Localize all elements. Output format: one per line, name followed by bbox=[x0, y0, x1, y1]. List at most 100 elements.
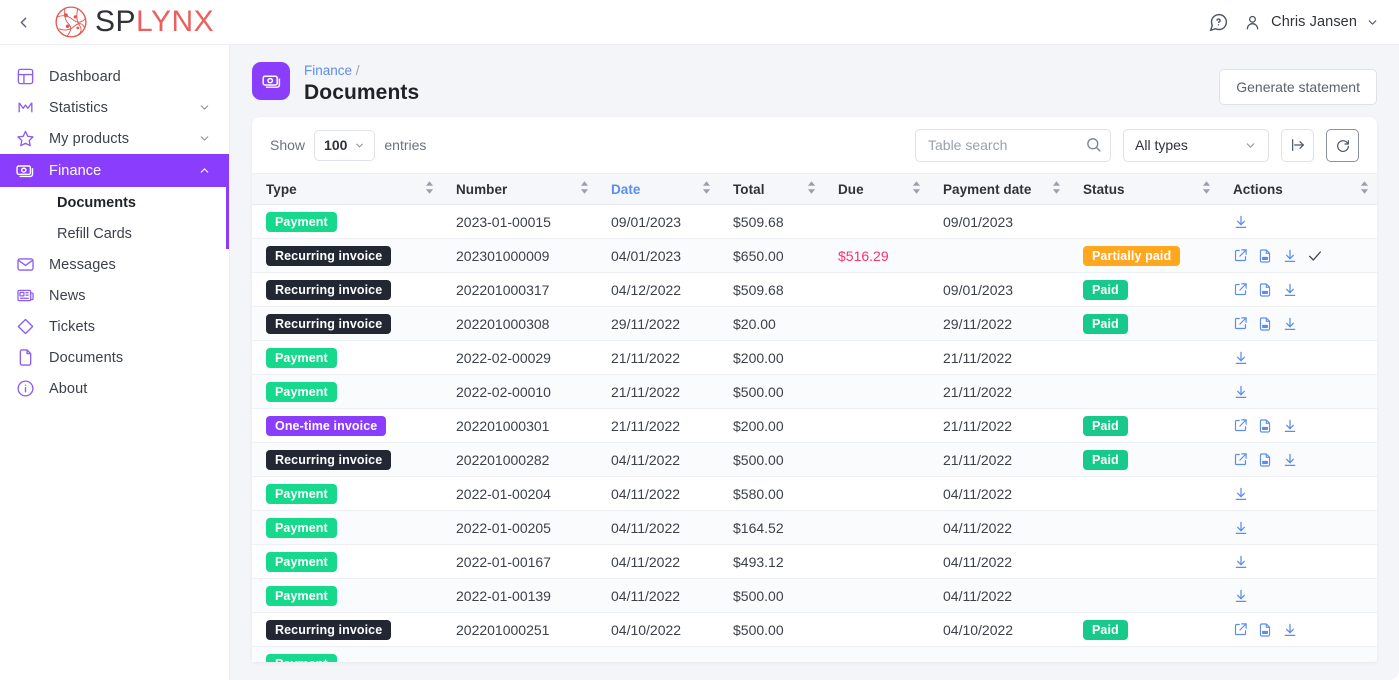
info-icon bbox=[14, 378, 36, 400]
download-icon[interactable] bbox=[1233, 588, 1249, 604]
sidebar-item-finance[interactable]: Finance bbox=[0, 154, 229, 187]
table-toolbar: Show 100 entries All typ bbox=[252, 117, 1377, 173]
download-icon[interactable] bbox=[1233, 350, 1249, 366]
table-row[interactable]: Recurring invoice 202201000317 04/12/2022 $… bbox=[252, 272, 1377, 307]
pdf-file-icon[interactable] bbox=[1257, 622, 1273, 638]
sidebar-item-documents[interactable]: Documents bbox=[0, 342, 229, 373]
column-header-due[interactable]: Due bbox=[824, 173, 929, 205]
cell-status bbox=[1069, 374, 1219, 409]
cell-total: $509.68 bbox=[719, 204, 824, 239]
column-header-date[interactable]: Date bbox=[597, 173, 719, 205]
entries-per-page-select[interactable]: 100 bbox=[314, 129, 376, 161]
table-row[interactable]: Recurring invoice 202201000251 04/10/2022 $… bbox=[252, 612, 1377, 647]
sidebar-item-messages[interactable]: Messages bbox=[0, 249, 229, 280]
check-icon[interactable] bbox=[1307, 248, 1323, 264]
refresh-button[interactable] bbox=[1326, 128, 1359, 162]
breadcrumb-row: Finance / bbox=[304, 62, 419, 79]
download-icon[interactable] bbox=[1233, 384, 1249, 400]
back-button[interactable] bbox=[0, 0, 46, 45]
sidebar-subitem-refill-cards[interactable]: Refill Cards bbox=[0, 218, 229, 249]
table-row[interactable]: Payment 2022-01-00139 04/11/2022 $500.00 04/… bbox=[252, 578, 1377, 613]
cell-due bbox=[824, 646, 929, 662]
table-row[interactable]: Payment 2022-02-00029 21/11/2022 $200.00 21/… bbox=[252, 340, 1377, 375]
table-row[interactable]: Recurring invoice 202201000308 29/11/2022 $… bbox=[252, 306, 1377, 341]
sidebar-item-dashboard[interactable]: Dashboard bbox=[0, 61, 229, 92]
download-icon[interactable] bbox=[1233, 214, 1249, 230]
generate-statement-button[interactable]: Generate statement bbox=[1219, 69, 1377, 105]
cell-payment-date bbox=[929, 646, 1069, 662]
sidebar-item-tickets[interactable]: Tickets bbox=[0, 311, 229, 342]
sort-icon bbox=[580, 181, 589, 197]
user-menu[interactable]: Chris Jansen bbox=[1243, 13, 1379, 32]
cell-total: $200.00 bbox=[719, 408, 824, 443]
cell-type: Payment bbox=[252, 340, 442, 375]
brand-logo[interactable]: SP LYNX bbox=[54, 5, 214, 39]
news-icon bbox=[14, 285, 36, 307]
download-icon[interactable] bbox=[1282, 282, 1298, 298]
download-icon[interactable] bbox=[1233, 554, 1249, 570]
external-link-icon[interactable] bbox=[1233, 248, 1248, 263]
download-icon[interactable] bbox=[1282, 622, 1298, 638]
row-actions bbox=[1233, 282, 1369, 298]
pdf-file-icon[interactable] bbox=[1257, 418, 1273, 434]
external-link-icon[interactable] bbox=[1233, 622, 1248, 637]
row-actions bbox=[1233, 622, 1369, 638]
download-icon[interactable] bbox=[1282, 418, 1298, 434]
sidebar-item-my-products[interactable]: My products bbox=[0, 123, 229, 154]
external-link-icon[interactable] bbox=[1233, 418, 1248, 433]
sidebar-item-news[interactable]: News bbox=[0, 280, 229, 311]
table-row[interactable]: Recurring invoice 202201000282 04/11/2022 $… bbox=[252, 442, 1377, 477]
pdf-file-icon[interactable] bbox=[1257, 282, 1273, 298]
external-link-icon[interactable] bbox=[1233, 452, 1248, 467]
document-type-badge: Payment bbox=[266, 551, 337, 572]
table-row[interactable]: Payment 2022-01-00167 04/11/2022 $493.12 04/… bbox=[252, 544, 1377, 579]
download-icon[interactable] bbox=[1282, 316, 1298, 332]
external-link-icon[interactable] bbox=[1233, 316, 1248, 331]
cell-total: $650.00 bbox=[719, 238, 824, 273]
table-row[interactable]: Payment 2022-01-00205 04/11/2022 $164.52 04/… bbox=[252, 510, 1377, 545]
cell-status bbox=[1069, 340, 1219, 375]
column-header-actions[interactable]: Actions bbox=[1219, 173, 1377, 205]
status-badge: Paid bbox=[1083, 449, 1128, 470]
pdf-file-icon[interactable] bbox=[1257, 248, 1273, 264]
row-actions bbox=[1233, 486, 1369, 502]
column-header-payment-date[interactable]: Payment date bbox=[929, 173, 1069, 205]
due-amount: $516.29 bbox=[838, 247, 889, 264]
download-icon[interactable] bbox=[1282, 248, 1298, 264]
cell-date: 04/01/2023 bbox=[597, 238, 719, 273]
sidebar-item-about[interactable]: About bbox=[0, 373, 229, 404]
table-row[interactable]: Recurring invoice 202301000009 04/01/2023 $… bbox=[252, 238, 1377, 273]
download-icon[interactable] bbox=[1282, 452, 1298, 468]
cell-due bbox=[824, 578, 929, 613]
breadcrumb-parent-link[interactable]: Finance bbox=[304, 63, 352, 78]
external-link-icon[interactable] bbox=[1233, 282, 1248, 297]
type-filter-select[interactable]: All types bbox=[1123, 128, 1269, 162]
cell-payment-date: 09/01/2023 bbox=[929, 272, 1069, 307]
pdf-file-icon[interactable] bbox=[1257, 452, 1273, 468]
splynx-network-icon bbox=[55, 6, 87, 38]
export-button[interactable] bbox=[1281, 128, 1314, 162]
column-header-status[interactable]: Status bbox=[1069, 173, 1219, 205]
sidebar-subitem-documents[interactable]: Documents bbox=[0, 187, 229, 218]
cell-actions bbox=[1219, 408, 1377, 443]
sidebar-item-statistics[interactable]: Statistics bbox=[0, 92, 229, 123]
column-header-total[interactable]: Total bbox=[719, 173, 824, 205]
table-row[interactable]: Payment bbox=[252, 646, 1377, 662]
search-input[interactable] bbox=[915, 128, 1111, 162]
cell-number: 202301000009 bbox=[442, 238, 597, 273]
table-row[interactable]: Payment 2023-01-00015 09/01/2023 $509.68 09/… bbox=[252, 204, 1377, 239]
table-row[interactable]: Payment 2022-02-00010 21/11/2022 $500.00 21/… bbox=[252, 374, 1377, 409]
status-badge: Paid bbox=[1083, 415, 1128, 436]
column-header-type[interactable]: Type bbox=[252, 173, 442, 205]
table-row[interactable]: One-time invoice 202201000301 21/11/2022 $2… bbox=[252, 408, 1377, 443]
pdf-file-icon[interactable] bbox=[1257, 316, 1273, 332]
cell-type: One-time invoice bbox=[252, 408, 442, 443]
cell-due bbox=[824, 204, 929, 239]
download-icon[interactable] bbox=[1233, 486, 1249, 502]
money-icon bbox=[14, 160, 36, 182]
download-icon[interactable] bbox=[1233, 520, 1249, 536]
table-row[interactable]: Payment 2022-01-00204 04/11/2022 $580.00 04/… bbox=[252, 476, 1377, 511]
column-header-number[interactable]: Number bbox=[442, 173, 597, 205]
document-type-badge: Payment bbox=[266, 483, 337, 504]
help-button[interactable] bbox=[1208, 12, 1229, 33]
